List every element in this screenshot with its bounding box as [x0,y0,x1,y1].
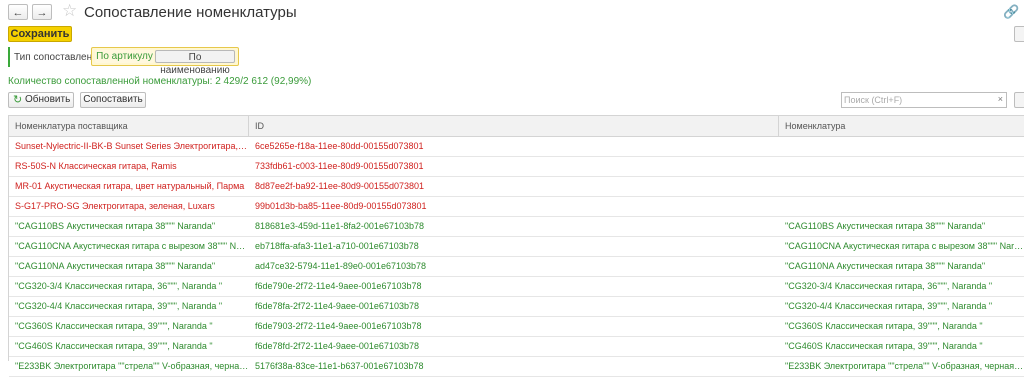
cell-supplier-name: "CAG110BS Акустическая гитара 38""" Nara… [15,221,216,231]
refresh-button[interactable]: ↻ Обновить [8,92,74,108]
column-header-id[interactable]: ID [249,116,779,136]
table-row[interactable]: "CAG110NA Акустическая гитара 38""" Nara… [9,257,1024,277]
table-row[interactable]: "CAG110CNA Акустическая гитара с вырезом… [9,237,1024,257]
cell-item-name: "CG320-4/4 Классическая гитара, 39""", N… [785,301,993,311]
cell-item-name: "CAG110NA Акустическая гитара 38""" Nara… [785,261,986,271]
cell-supplier-name: Sunset-Nylectric-II-BK-B Sunset Series Э… [15,141,249,151]
mapping-table: Номенклатура поставщика ID Номенклатура … [8,115,1024,377]
cell-id: 818681e3-459d-11e1-8fa2-001e67103b78 [255,221,424,231]
favorite-star-icon[interactable]: ☆ [62,1,77,21]
cell-id: ad47ce32-5794-11e1-89e0-001e67103b78 [255,261,426,271]
cell-supplier-name: "CG320-4/4 Классическая гитара, 39""", N… [15,301,223,311]
clear-search-icon[interactable]: × [998,94,1003,104]
column-header-supplier[interactable]: Номенклатура поставщика [9,116,249,136]
page-title: Сопоставление номенклатуры [84,4,297,21]
match-type-indicator [8,47,10,67]
table-row[interactable]: S-G17-PRO-SG Электрогитара, зеленая, Lux… [9,197,1024,217]
table-row[interactable]: "CG320-4/4 Классическая гитара, 39""", N… [9,297,1024,317]
cell-supplier-name: MR-01 Акустическая гитара, цвет натураль… [15,181,245,191]
back-button[interactable]: ← [8,4,28,20]
save-button[interactable]: Сохранить [8,26,72,42]
table-row[interactable]: "CG460S Классическая гитара, 39""", Nara… [9,337,1024,357]
cell-id: eb718ffa-afa3-11e1-a710-001e67103b78 [255,241,419,251]
refresh-icon: ↻ [13,94,23,106]
cell-id: 8d87ee2f-ba92-11ee-80d9-00155d073801 [255,181,424,191]
cell-item-name: "CG360S Классическая гитара, 39""", Nara… [785,321,983,331]
cell-supplier-name: "CG460S Классическая гитара, 39""", Nara… [15,341,213,351]
link-icon[interactable]: 🔗 [1003,4,1019,20]
table-row[interactable]: Sunset-Nylectric-II-BK-B Sunset Series Э… [9,137,1024,157]
cell-supplier-name: "CG360S Классическая гитара, 39""", Nara… [15,321,213,331]
cell-id: f6de7903-2f72-11e4-9aee-001e67103b78 [255,321,422,331]
table-row[interactable]: "CAG110BS Акустическая гитара 38""" Nara… [9,217,1024,237]
search-input[interactable] [844,94,990,106]
refresh-label: Обновить [25,94,71,105]
title-bar: ← → ☆ Сопоставление номенклатуры 🔗 [0,0,1024,24]
cell-item-name: "CG320-3/4 Классическая гитара, 36""", N… [785,281,993,291]
cell-supplier-name: S-G17-PRO-SG Электрогитара, зеленая, Lux… [15,201,215,211]
table-header: Номенклатура поставщика ID Номенклатура [9,116,1024,137]
cell-id: 6ce5265e-f18a-11ee-80dd-00155d073801 [255,141,424,151]
table-row[interactable]: "E233BK Электрогитара ""стрела"" V-образ… [9,357,1024,377]
cell-id: f6de78fa-2f72-11e4-9aee-001e67103b78 [255,301,419,311]
cell-supplier-name: RS-50S-N Классическая гитара, Ramis [15,161,177,171]
cell-item-name [779,157,1024,176]
cell-item-name: "CAG110CNA Акустическая гитара с вырезом… [785,241,1024,251]
table-body: Sunset-Nylectric-II-BK-B Sunset Series Э… [9,137,1024,377]
cell-item-name [779,177,1024,196]
cell-supplier-name: "CAG110CNA Акустическая гитара с вырезом… [15,241,249,251]
more-actions-button[interactable] [1014,26,1024,42]
table-row[interactable]: MR-01 Акустическая гитара, цвет натураль… [9,177,1024,197]
cell-id: f6de78fd-2f72-11e4-9aee-001e67103b78 [255,341,419,351]
cell-id: 99b01d3b-ba85-11ee-80d9-00155d073801 [255,201,427,211]
cell-item-name: "CAG110BS Акустическая гитара 38""" Nara… [785,221,986,231]
matched-count-text: Количество сопоставленной номенклатуры: … [8,76,312,87]
match-by-name-option[interactable]: По наименованию [155,50,235,76]
column-header-item[interactable]: Номенклатура [779,116,1024,136]
cell-id: f6de790e-2f72-11e4-9aee-001e67103b78 [255,281,422,291]
table-more-button[interactable] [1014,92,1024,108]
cell-item-name: "CG460S Классическая гитара, 39""", Nara… [785,341,983,351]
forward-button[interactable]: → [32,4,52,20]
table-row[interactable]: "CG320-3/4 Классическая гитара, 36""", N… [9,277,1024,297]
table-row[interactable]: RS-50S-N Классическая гитара, Ramis 733fd… [9,157,1024,177]
cell-item-name [779,137,1024,156]
table-row[interactable]: "CG360S Классическая гитара, 39""", Nara… [9,317,1024,337]
match-by-article-option[interactable]: По артикулу [95,50,154,63]
cell-id: 733fdb61-c003-11ee-80d9-00155d073801 [255,161,424,171]
cell-item-name [779,197,1024,216]
cell-supplier-name: "CAG110NA Акустическая гитара 38""" Nara… [15,261,216,271]
search-box: × [841,92,1007,108]
match-button[interactable]: Сопоставить [80,92,146,108]
cell-supplier-name: "CG320-3/4 Классическая гитара, 36""", N… [15,281,223,291]
match-type-switch: По артикулу По наименованию [91,47,239,76]
